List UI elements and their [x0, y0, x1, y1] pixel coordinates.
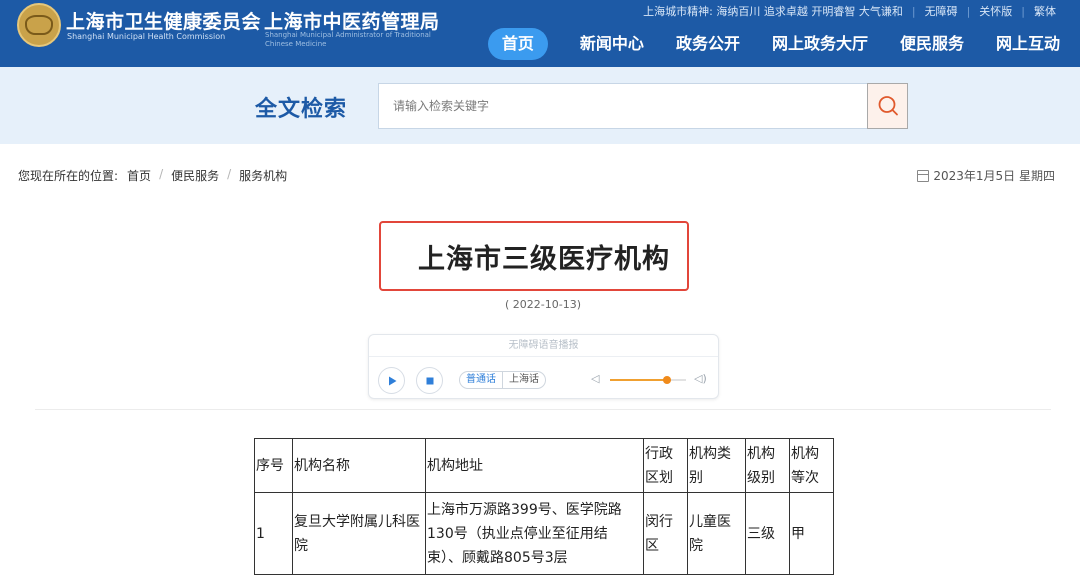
org2-name[interactable]: 上海市中医药管理局: [264, 7, 440, 34]
breadcrumb-public-services[interactable]: 便民服务: [171, 167, 219, 184]
volume-slider-handle[interactable]: [663, 376, 671, 384]
city-spirit-text: 上海城市精神: 海纳百川 追求卓越 开明睿智 大气谦和: [643, 5, 903, 18]
nav-government-affairs[interactable]: 政务公开: [676, 28, 740, 60]
table-header-cell: 机构地址: [425, 438, 644, 493]
search-input[interactable]: [378, 83, 868, 129]
table-cell: 三级: [745, 492, 790, 575]
table-cell: 儿童医院: [687, 492, 746, 575]
search-icon: [878, 96, 898, 116]
nav-public-services[interactable]: 便民服务: [900, 28, 964, 60]
institution-table: 序号 机构名称 机构地址 行政区划 机构类别 机构级别 机构等次 1 复旦大学附…: [254, 438, 834, 575]
publish-date: ( 2022-10-13): [504, 298, 581, 311]
content-divider: [35, 409, 1051, 410]
nav-home[interactable]: 首页: [487, 28, 548, 60]
breadcrumb-prefix: 您现在所在的位置:: [18, 169, 119, 183]
nav-online-services[interactable]: 网上政务大厅: [772, 28, 868, 60]
separator: |: [911, 4, 916, 18]
volume-low-icon: ◁: [591, 372, 600, 385]
table-header-row: 序号 机构名称 机构地址 行政区划 机构类别 机构级别 机构等次: [254, 438, 834, 493]
breadcrumb: 您现在所在的位置: 首页 / 便民服务 / 服务机构: [18, 167, 287, 184]
breadcrumb-service-institutions[interactable]: 服务机构: [239, 167, 287, 184]
article-title: 上海市三级医疗机构: [418, 243, 670, 275]
search-button[interactable]: [867, 83, 908, 129]
current-date: 2023年1月5日 星期四: [917, 167, 1055, 184]
table-cell: 1: [254, 492, 293, 575]
traditional-chinese-link[interactable]: 繁体: [1034, 3, 1056, 19]
shanghainese-option[interactable]: 上海话: [503, 372, 545, 388]
breadcrumb-separator: /: [159, 167, 164, 181]
org1-name-en: Shanghai Municipal Health Commission: [67, 32, 226, 41]
care-mode-link[interactable]: 关怀版: [979, 3, 1012, 19]
separator: |: [966, 4, 971, 18]
breadcrumb-home[interactable]: 首页: [127, 167, 151, 184]
play-icon: [388, 376, 396, 385]
current-date-text: 2023年1月5日 星期四: [933, 169, 1055, 183]
search-band: 全文检索: [0, 67, 1080, 144]
table-cell: 甲: [789, 492, 834, 575]
table-header-cell: 机构类别: [687, 438, 746, 493]
top-utility-bar: 上海城市精神: 海纳百川 追求卓越 开明睿智 大气谦和 | 无障碍 | 关怀版 …: [643, 3, 1056, 19]
stop-button[interactable]: [416, 367, 443, 394]
org2-name-en: Shanghai Municipal Administrator of Trad…: [265, 31, 431, 48]
play-button[interactable]: [378, 367, 405, 394]
table-row: 1 复旦大学附属儿科医院 上海市万源路399号、医学院路130号（执业点停业至征…: [254, 492, 834, 575]
breadcrumb-separator: /: [227, 167, 232, 181]
search-title: 全文检索: [255, 97, 348, 122]
table-header-cell: 机构等次: [789, 438, 834, 493]
accessibility-link[interactable]: 无障碍: [925, 3, 958, 19]
org1-name[interactable]: 上海市卫生健康委员会: [66, 7, 261, 34]
volume-slider[interactable]: [610, 376, 686, 384]
language-toggle: 普通话 上海话: [459, 371, 546, 389]
volume-slider-fill: [610, 379, 667, 381]
nav-news[interactable]: 新闻中心: [580, 28, 644, 60]
main-nav: 首页 新闻中心 政务公开 网上政务大厅 便民服务 网上互动: [487, 28, 1060, 60]
stop-icon: [426, 377, 433, 384]
table-cell: 上海市万源路399号、医学院路130号（执业点停业至征用结束）、顾戴路805号3…: [425, 492, 644, 575]
table-header-cell: 行政区划: [643, 438, 688, 493]
site-header: 上海市卫生健康委员会 Shanghai Municipal Health Com…: [0, 0, 1080, 67]
separator: |: [1021, 4, 1025, 18]
audio-player-title: 无障碍语音播报: [369, 335, 718, 357]
article-title-box: 上海市三级医疗机构: [379, 221, 689, 291]
mandarin-option[interactable]: 普通话: [460, 372, 503, 388]
health-commission-logo-icon[interactable]: [17, 3, 61, 47]
table-header-cell: 机构名称: [292, 438, 426, 493]
audio-player: 无障碍语音播报 普通话 上海话 ◁ ◁): [368, 334, 719, 399]
table-header-cell: 序号: [254, 438, 293, 493]
table-cell: 复旦大学附属儿科医院: [292, 492, 426, 575]
nav-interaction[interactable]: 网上互动: [996, 28, 1060, 60]
calendar-icon: [917, 169, 930, 182]
volume-high-icon: ◁): [694, 372, 707, 385]
table-header-cell: 机构级别: [745, 438, 790, 493]
table-cell: 闵行区: [643, 492, 688, 575]
